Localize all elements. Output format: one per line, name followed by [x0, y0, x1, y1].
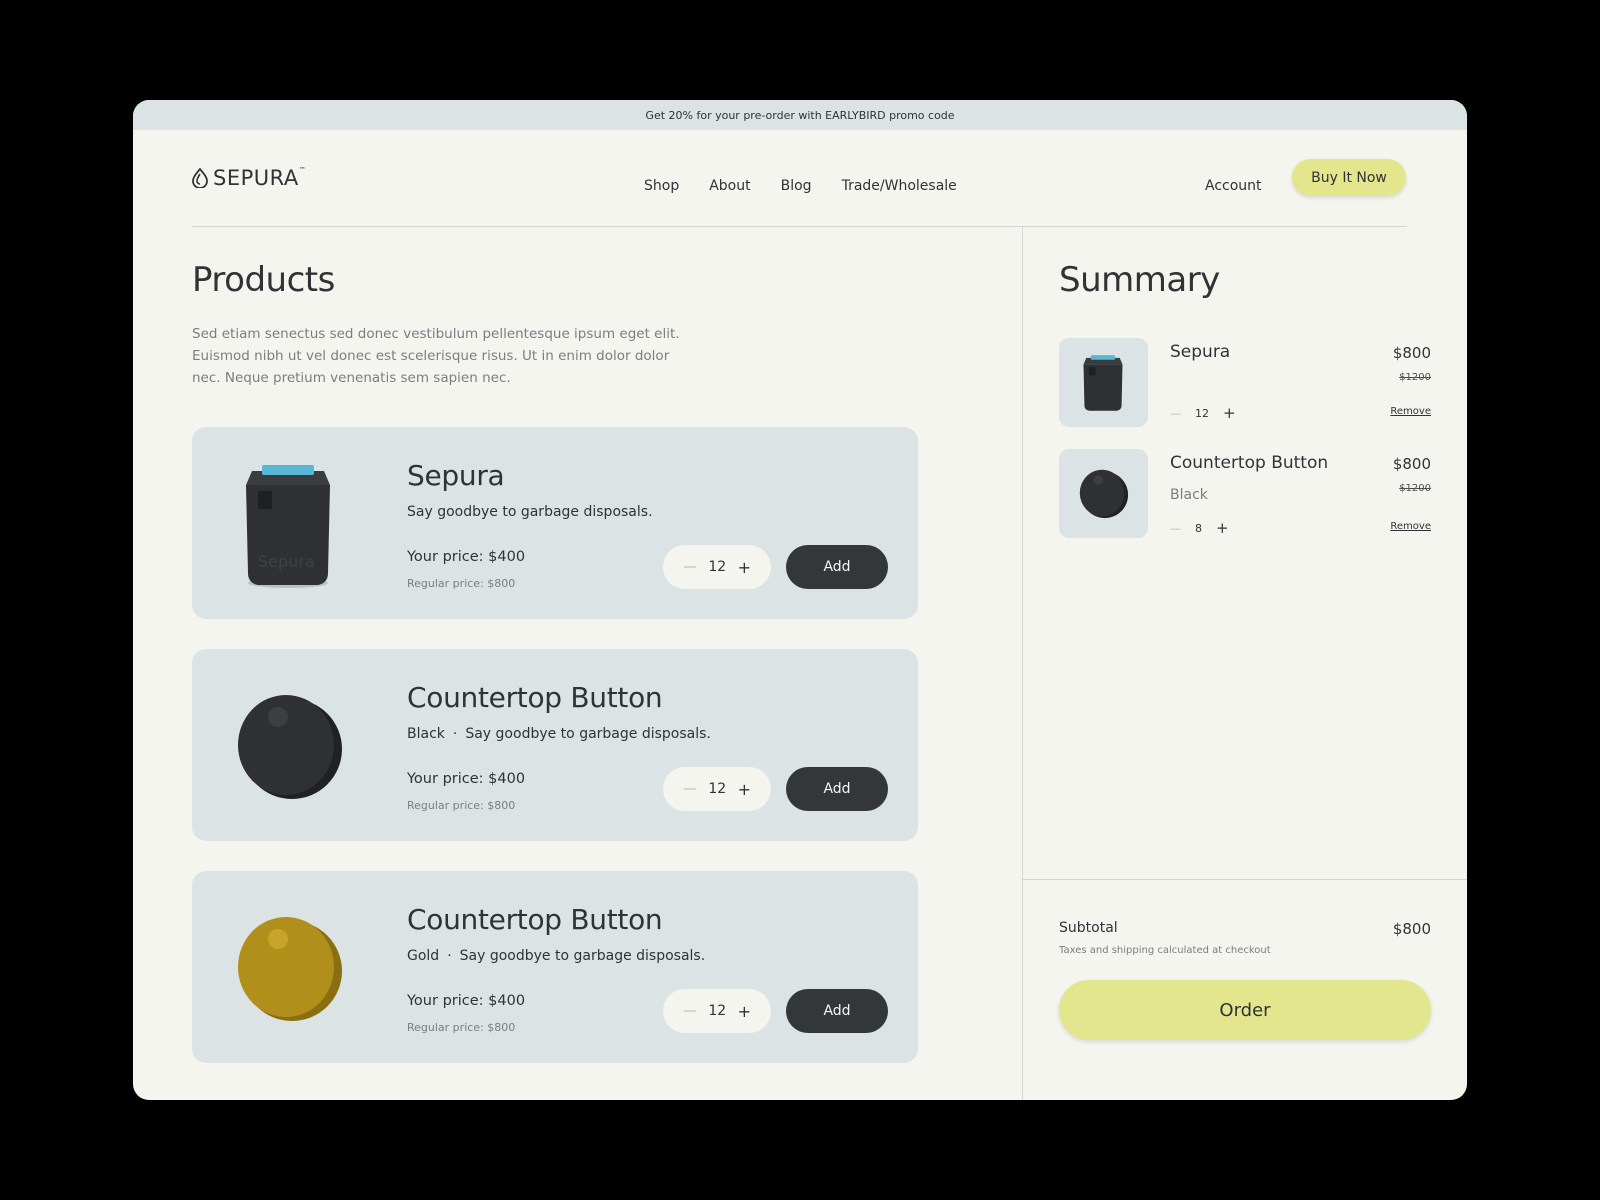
product-subtitle: Black · Say goodbye to garbage disposals. [407, 726, 711, 742]
product-subtitle: Gold · Say goodbye to garbage disposals. [407, 948, 706, 964]
nav-about[interactable]: About [709, 178, 750, 194]
summary-quantity-stepper: — 12 + [1170, 404, 1236, 422]
site-header: SEPURA™ Shop About Blog Trade/Wholesale … [133, 130, 1467, 226]
product-variant: Gold [407, 948, 440, 964]
product-name: Countertop Button [407, 903, 663, 936]
add-button[interactable]: Add [786, 545, 888, 589]
brand-name: SEPURA™ [213, 166, 307, 190]
product-price: Your price: $400 [407, 993, 526, 1009]
countertop-button-icon [238, 695, 342, 799]
product-price: Your price: $400 [407, 771, 526, 787]
summary-divider [1022, 879, 1467, 880]
quantity-stepper: — 12 + [663, 989, 771, 1033]
product-regular-price: Regular price: $800 [407, 577, 516, 590]
plus-icon[interactable]: + [1223, 404, 1236, 422]
product-tagline: Say goodbye to garbage disposals. [459, 948, 706, 964]
nav-blog[interactable]: Blog [781, 178, 812, 194]
minus-icon[interactable]: — [1170, 407, 1181, 420]
product-subtitle: Say goodbye to garbage disposals. [407, 504, 653, 520]
app-window: Get 20% for your pre-order with EARLYBIR… [133, 100, 1467, 1100]
product-tagline: Say goodbye to garbage disposals. [407, 504, 653, 520]
summary-quantity-stepper: — 8 + [1170, 519, 1229, 537]
summary-item-sepura: Sepura $800 $1200 — 12 + Remove [1059, 338, 1431, 428]
plus-icon[interactable]: + [738, 558, 751, 577]
quantity-value: 12 [708, 559, 727, 575]
tax-note: Taxes and shipping calculated at checkou… [1059, 945, 1271, 956]
drop-logo-icon [192, 168, 208, 188]
quantity-value: 12 [1195, 406, 1209, 420]
countertop-button-icon [1079, 469, 1129, 519]
plus-icon[interactable]: + [738, 1002, 751, 1021]
promo-banner: Get 20% for your pre-order with EARLYBIR… [133, 100, 1467, 130]
account-link[interactable]: Account [1205, 178, 1262, 194]
summary-item-name: Sepura [1170, 342, 1231, 362]
quantity-stepper: — 12 + [663, 545, 771, 589]
summary-item-price: $800 [1392, 455, 1431, 473]
plus-icon[interactable]: + [738, 780, 751, 799]
product-card-countertop-black: Countertop Button Black · Say goodbye to g… [192, 649, 918, 841]
column-divider [1022, 226, 1023, 1100]
product-price: Your price: $400 [407, 549, 526, 565]
product-card-countertop-gold: Countertop Button Gold · Say goodbye to ga… [192, 871, 918, 1063]
product-variant: Black [407, 726, 445, 742]
buy-it-now-button[interactable]: Buy It Now [1292, 159, 1406, 196]
products-title: Products [192, 260, 335, 300]
promo-text: Get 20% for your pre-order with EARLYBIR… [645, 108, 955, 122]
subtotal-value: $800 [1392, 920, 1431, 938]
products-description: Sed etiam senectus sed donec vestibulum … [192, 326, 680, 386]
add-button[interactable]: Add [786, 989, 888, 1033]
minus-icon[interactable]: — [683, 1003, 697, 1019]
header-divider [192, 226, 1407, 227]
sepura-device-icon: Sepura [246, 465, 330, 588]
add-button[interactable]: Add [786, 767, 888, 811]
summary-item-old-price: $1200 [1399, 372, 1431, 383]
summary-item-variant: Black [1170, 487, 1208, 503]
plus-icon[interactable]: + [1216, 519, 1229, 537]
summary-title: Summary [1059, 260, 1220, 300]
remove-link[interactable]: Remove [1390, 521, 1431, 532]
quantity-value: 12 [708, 1003, 727, 1019]
minus-icon[interactable]: — [683, 781, 697, 797]
summary-thumbnail [1059, 449, 1148, 538]
quantity-value: 8 [1195, 521, 1202, 535]
product-regular-price: Regular price: $800 [407, 1021, 516, 1034]
main-nav: Shop About Blog Trade/Wholesale [644, 178, 957, 194]
summary-item-old-price: $1200 [1399, 483, 1431, 494]
sepura-device-icon [1083, 355, 1123, 411]
order-button[interactable]: Order [1059, 980, 1431, 1040]
product-regular-price: Regular price: $800 [407, 799, 516, 812]
quantity-value: 12 [708, 781, 727, 797]
minus-icon[interactable]: — [1170, 522, 1181, 535]
product-card-sepura: Sepura Sepura Say goodbye to garbage dis… [192, 427, 918, 619]
nav-trade-wholesale[interactable]: Trade/Wholesale [842, 178, 957, 194]
summary-item-name: Countertop Button [1170, 453, 1329, 473]
summary-thumbnail [1059, 338, 1148, 427]
summary-item-countertop-button: Countertop Button Black $800 $1200 — 8 +… [1059, 449, 1431, 539]
brand-logo[interactable]: SEPURA™ [191, 166, 306, 190]
summary-item-price: $800 [1392, 344, 1431, 362]
minus-icon[interactable]: — [683, 559, 697, 575]
svg-text:Sepura: Sepura [258, 552, 315, 571]
countertop-button-icon [238, 917, 342, 1021]
subtotal-label: Subtotal [1059, 920, 1118, 936]
product-name: Sepura [407, 459, 505, 492]
product-tagline: Say goodbye to garbage disposals. [465, 726, 711, 742]
remove-link[interactable]: Remove [1390, 406, 1431, 417]
quantity-stepper: — 12 + [663, 767, 771, 811]
nav-shop[interactable]: Shop [644, 178, 679, 194]
product-name: Countertop Button [407, 681, 663, 714]
